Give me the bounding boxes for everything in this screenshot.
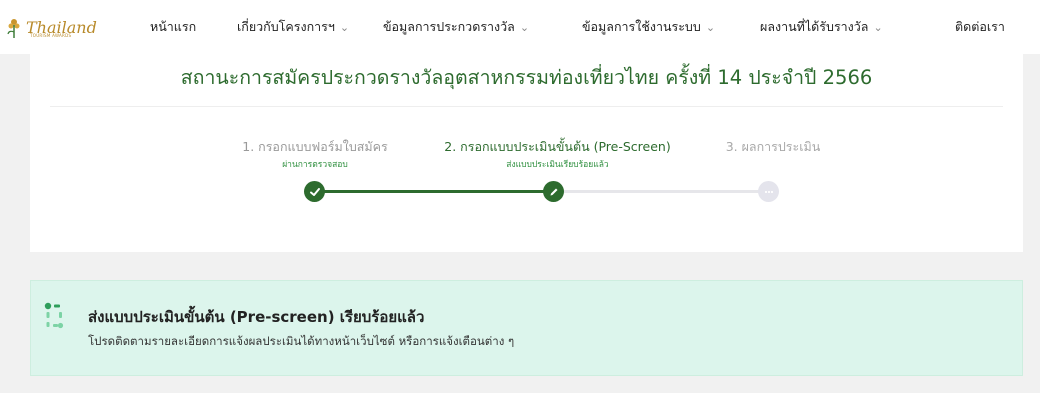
nav-item-label: หน้าแรก: [150, 19, 197, 34]
notice-title: ส่งแบบประเมินขั้นต้น (Pre-screen) เรียบร…: [88, 308, 425, 326]
progress-track-remaining: [554, 190, 769, 193]
steps-status-icon: [44, 302, 64, 329]
thailand-logo[interactable]: Thailand TOURISM AWARDS: [6, 13, 101, 43]
step-1-done-icon: [304, 181, 325, 202]
nav-item-about[interactable]: เกี่ยวกับโครงการฯ ⌄: [237, 17, 349, 37]
nav-item-label: ข้อมูลการประกวดรางวัล: [383, 19, 515, 34]
top-navbar: Thailand TOURISM AWARDS หน้าแรก เกี่ยวกั…: [0, 0, 1040, 54]
nav-item-awarded-works[interactable]: ผลงานที่ได้รับรางวัล ⌄: [760, 17, 883, 37]
nav-item-system-usage[interactable]: ข้อมูลการใช้งานระบบ ⌄: [582, 17, 715, 37]
chevron-down-icon: ⌄: [705, 21, 716, 34]
nav-item-label: ผลงานที่ได้รับรางวัล: [760, 19, 869, 34]
notice-text: โปรดติดตามรายละเอียดการแจ้งผลประเมินได้ท…: [88, 334, 515, 348]
step-2-label: 2. กรอกแบบประเมินขั้นต้น (Pre-Screen): [444, 139, 671, 154]
step-3-label: 3. ผลการประเมิน: [725, 139, 821, 154]
step-3-pending-icon: [758, 181, 779, 202]
nav-item-contest-info[interactable]: ข้อมูลการประกวดรางวัล ⌄: [383, 17, 529, 37]
prescreen-submitted-notice: ส่งแบบประเมินขั้นต้น (Pre-screen) เรียบร…: [30, 280, 1023, 376]
step-2-active-icon: [543, 181, 564, 202]
chevron-down-icon: ⌄: [873, 21, 883, 34]
progress-track-completed: [314, 190, 554, 193]
logo-flower-icon: [7, 19, 20, 38]
check-icon: [309, 187, 320, 196]
nav-item-label: ข้อมูลการใช้งานระบบ: [582, 19, 701, 34]
chevron-down-icon: ⌄: [339, 21, 350, 34]
divider: [50, 106, 1003, 107]
application-status-card: สถานะการสมัครประกวดรางวัลอุตสาหกรรมท่องเ…: [30, 54, 1023, 252]
page-title: สถานะการสมัครประกวดรางวัลอุตสาหกรรมท่องเ…: [180, 66, 873, 89]
step-2-status: ส่งแบบประเมินเรียบร้อยแล้ว: [506, 160, 609, 170]
more-dots-icon: [764, 190, 773, 193]
nav-item-label: เกี่ยวกับโครงการฯ: [237, 19, 335, 34]
nav-item-contact[interactable]: ติดต่อเรา: [955, 17, 1005, 37]
nav-item-home[interactable]: หน้าแรก: [150, 17, 196, 37]
logo-subtext: TOURISM AWARDS: [30, 33, 72, 38]
nav-item-label: ติดต่อเรา: [955, 19, 1005, 34]
chevron-down-icon: ⌄: [519, 21, 530, 34]
step-1-status: ผ่านการตรวจสอบ: [282, 160, 348, 170]
pencil-icon: [550, 188, 557, 195]
step-1-label: 1. กรอกแบบฟอร์มใบสมัคร: [242, 139, 388, 154]
